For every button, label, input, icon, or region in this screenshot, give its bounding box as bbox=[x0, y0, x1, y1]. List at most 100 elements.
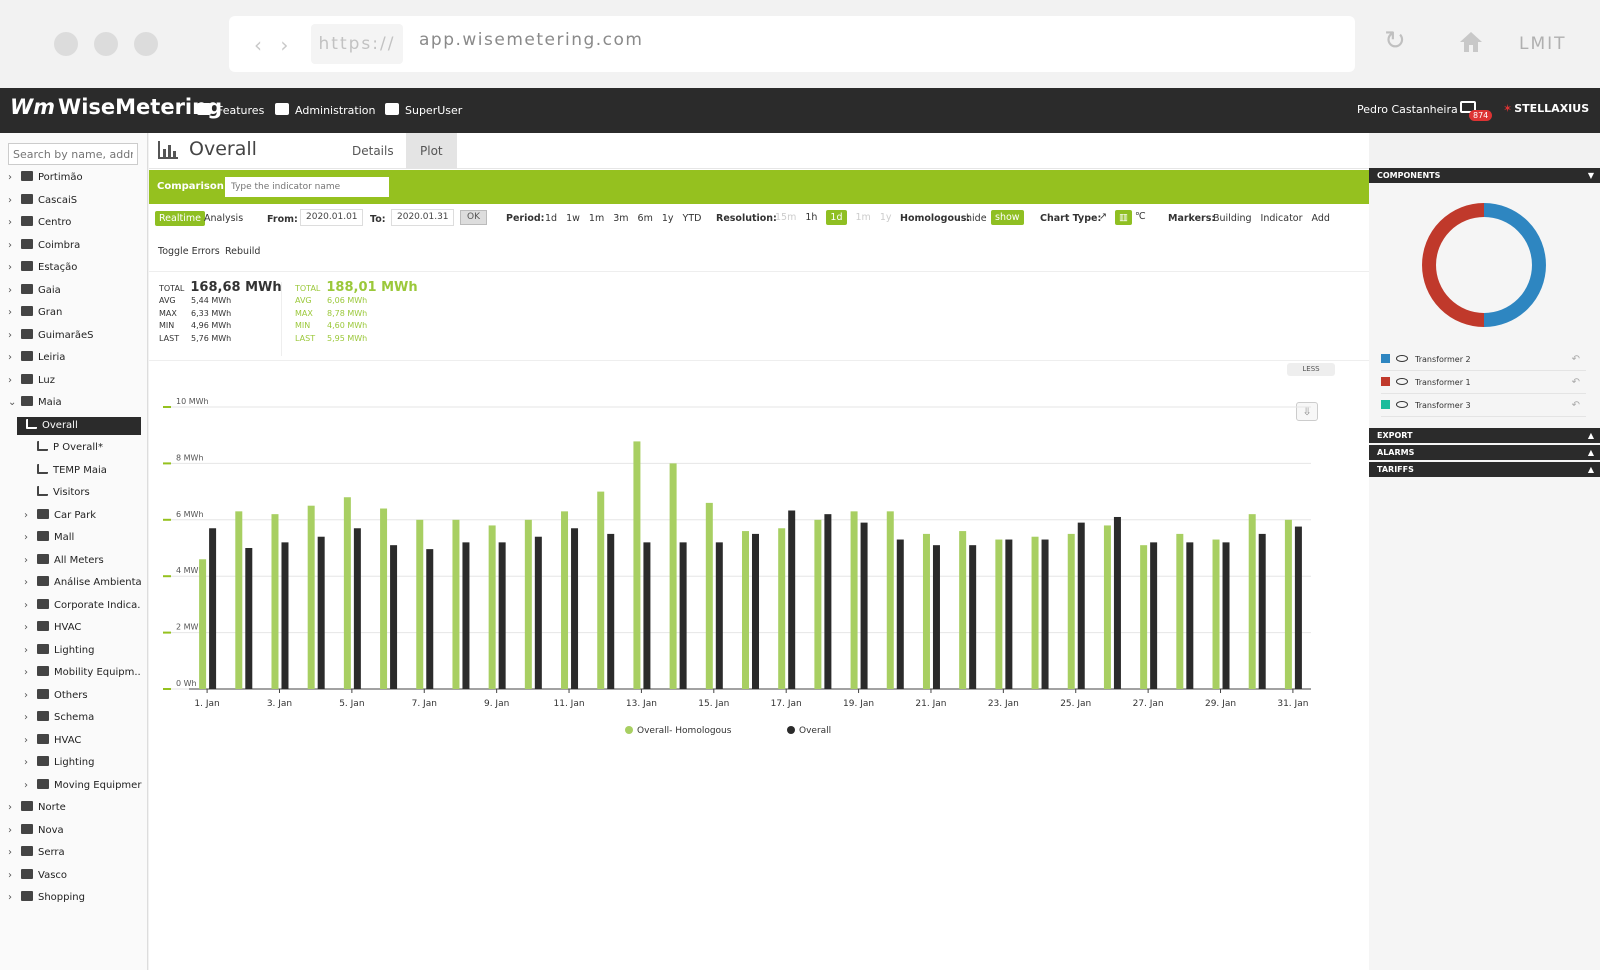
homologous-show[interactable]: show bbox=[991, 210, 1024, 225]
bar-overall[interactable] bbox=[752, 533, 759, 689]
tree-item[interactable]: › Others bbox=[24, 687, 88, 705]
chevron-right-icon[interactable]: › bbox=[8, 327, 18, 345]
chevron-right-icon[interactable]: › bbox=[24, 754, 34, 772]
bar-overall[interactable] bbox=[1258, 533, 1266, 689]
bar-homologous[interactable] bbox=[850, 511, 858, 689]
bar-homologous[interactable] bbox=[1176, 533, 1184, 689]
tree-item[interactable]: Visitors bbox=[24, 484, 90, 502]
donut-slice[interactable] bbox=[1483, 203, 1546, 327]
chevron-right-icon[interactable]: › bbox=[24, 777, 34, 795]
bar-homologous[interactable] bbox=[1212, 539, 1220, 689]
nav-administration[interactable]: Administration bbox=[275, 103, 376, 117]
less-button[interactable]: LESS bbox=[1287, 363, 1335, 376]
component-legend-item[interactable]: Transformer 2 ↶ bbox=[1381, 349, 1586, 371]
chevron-down-icon[interactable]: ⌄ bbox=[8, 394, 18, 412]
bar-homologous[interactable] bbox=[669, 463, 677, 689]
tree-item[interactable]: › Mobility Equipm.. bbox=[24, 664, 141, 682]
tree-item[interactable]: › Portimão bbox=[8, 169, 83, 187]
tree-item[interactable]: › Serra bbox=[8, 844, 65, 862]
mode-analysis[interactable]: Analysis bbox=[204, 213, 243, 224]
chevron-right-icon[interactable]: › bbox=[8, 192, 18, 210]
donut-slice[interactable] bbox=[1422, 203, 1485, 327]
homologous-hide[interactable]: hide bbox=[966, 213, 987, 224]
chevron-right-icon[interactable]: › bbox=[8, 214, 18, 232]
bar-homologous[interactable] bbox=[742, 531, 749, 689]
from-date-field[interactable]: 2020.01.01 bbox=[300, 209, 363, 226]
bar-homologous[interactable] bbox=[1140, 545, 1148, 689]
chevron-right-icon[interactable]: › bbox=[8, 304, 18, 322]
bar-overall[interactable] bbox=[824, 514, 832, 689]
chevron-right-icon[interactable]: › bbox=[8, 867, 18, 885]
bar-overall[interactable] bbox=[607, 533, 615, 689]
toggle-errors-link[interactable]: Toggle Errors bbox=[158, 246, 220, 257]
chevron-right-icon[interactable]: › bbox=[24, 507, 34, 525]
chevron-right-icon[interactable]: › bbox=[24, 687, 34, 705]
nav-superuser[interactable]: SuperUser bbox=[385, 103, 462, 117]
tree-item[interactable]: › Estação bbox=[8, 259, 77, 277]
tree-item[interactable]: › Moving Equipmer bbox=[24, 777, 141, 795]
reload-icon[interactable]: ↻ bbox=[1384, 26, 1406, 56]
chevron-right-icon[interactable]: › bbox=[24, 732, 34, 750]
tree-item[interactable]: › All Meters bbox=[24, 552, 104, 570]
chevron-right-icon[interactable]: › bbox=[24, 552, 34, 570]
bar-overall[interactable] bbox=[1077, 522, 1085, 689]
period-option[interactable]: 6m bbox=[638, 213, 653, 224]
user-name[interactable]: Pedro Castanheira bbox=[1357, 103, 1458, 116]
marker-option[interactable]: Indicator bbox=[1261, 213, 1303, 224]
bar-homologous[interactable] bbox=[307, 505, 315, 689]
nav-features[interactable]: Features bbox=[197, 103, 264, 117]
rebuild-link[interactable]: Rebuild bbox=[225, 246, 260, 257]
tree-item[interactable]: › GuimarãeS bbox=[8, 327, 93, 345]
bar-overall[interactable] bbox=[498, 542, 506, 689]
tree-item[interactable]: › CascaiS bbox=[8, 192, 77, 210]
bar-chart-icon[interactable]: ▥ bbox=[1115, 210, 1132, 225]
tree-item[interactable]: › Lighting bbox=[24, 642, 94, 660]
bar-homologous[interactable] bbox=[778, 528, 786, 689]
chevron-right-icon[interactable]: › bbox=[8, 169, 18, 187]
period-option[interactable]: 1w bbox=[566, 213, 580, 224]
chevron-right-icon[interactable]: › bbox=[24, 642, 34, 660]
export-header[interactable]: EXPORT ▲ bbox=[1369, 428, 1600, 443]
bar-homologous[interactable] bbox=[452, 519, 460, 689]
tree-item[interactable]: › Leiria bbox=[8, 349, 65, 367]
ok-button[interactable]: OK bbox=[460, 210, 487, 225]
bar-overall[interactable] bbox=[209, 528, 217, 689]
chevron-right-icon[interactable]: › bbox=[24, 664, 34, 682]
home-icon[interactable] bbox=[1459, 31, 1483, 53]
bar-homologous[interactable] bbox=[343, 497, 351, 689]
marker-option[interactable]: Building bbox=[1213, 213, 1252, 224]
chevron-right-icon[interactable]: › bbox=[8, 889, 18, 907]
bar-overall[interactable] bbox=[715, 542, 723, 689]
bar-overall[interactable] bbox=[969, 545, 977, 689]
bar-homologous[interactable] bbox=[959, 531, 967, 689]
mode-realtime[interactable]: Realtime bbox=[155, 211, 205, 226]
address-bar[interactable]: ‹ › https:// app.wisemetering.com bbox=[229, 16, 1355, 72]
bar-homologous[interactable] bbox=[524, 519, 532, 689]
chevron-right-icon[interactable]: › bbox=[24, 574, 34, 592]
bar-homologous[interactable] bbox=[561, 511, 569, 689]
eye-icon[interactable] bbox=[1396, 378, 1408, 385]
bar-homologous[interactable] bbox=[814, 519, 822, 689]
chevron-right-icon[interactable]: › bbox=[8, 799, 18, 817]
bar-overall[interactable] bbox=[1005, 539, 1013, 689]
tree-item[interactable]: Overall bbox=[17, 416, 141, 435]
logo[interactable]: Wm WiseMetering bbox=[10, 95, 222, 119]
tree-item[interactable]: ⌄ Maia bbox=[8, 394, 62, 412]
bar-overall[interactable] bbox=[1186, 542, 1194, 689]
bar-homologous[interactable] bbox=[235, 511, 243, 689]
chevron-right-icon[interactable]: › bbox=[24, 529, 34, 547]
eye-icon[interactable] bbox=[1396, 401, 1408, 408]
bar-homologous[interactable] bbox=[1031, 536, 1039, 689]
bar-homologous[interactable] bbox=[995, 539, 1003, 689]
bar-overall[interactable] bbox=[1041, 539, 1049, 689]
bar-overall[interactable] bbox=[1150, 542, 1158, 689]
tree-item[interactable]: › Norte bbox=[8, 799, 66, 817]
undo-icon[interactable]: ↶ bbox=[1572, 372, 1580, 394]
chevron-right-icon[interactable]: › bbox=[24, 597, 34, 615]
tree-item[interactable]: › Shopping bbox=[8, 889, 85, 907]
period-option[interactable]: 3m bbox=[613, 213, 628, 224]
tree-item[interactable]: › Análise Ambienta bbox=[24, 574, 142, 592]
bar-overall[interactable] bbox=[1294, 526, 1302, 689]
tree-item[interactable]: TEMP Maia bbox=[24, 462, 107, 480]
tab-details[interactable]: Details bbox=[338, 133, 408, 169]
